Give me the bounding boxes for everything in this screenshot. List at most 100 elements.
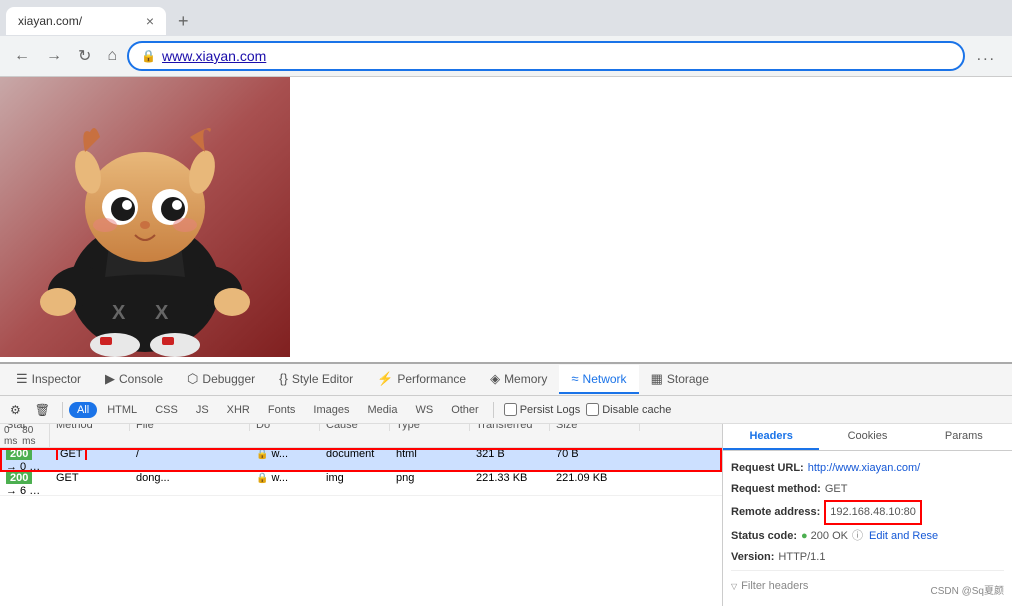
network-toolbar: ⚙ 🗑 All HTML CSS JS XHR Fonts Images Med…: [0, 396, 1012, 424]
table-row[interactable]: 200 GET / 🔒 w... document html 321 B: [0, 448, 722, 472]
remote-addr-box: 192.168.48.10:80: [824, 500, 922, 525]
status-code-row: Status code: 200 OK ⓘ Edit and Rese: [731, 527, 1004, 546]
col-waterfall: 0 ms 80 ms: [0, 425, 50, 447]
cell-file-2: dong...: [130, 472, 250, 484]
remote-address-value: 192.168.48.10:80: [824, 500, 922, 525]
filter-js[interactable]: JS: [188, 402, 217, 418]
cell-cause-1: document: [320, 448, 390, 460]
address-bar[interactable]: 🔒: [127, 41, 965, 71]
col-type: Type: [390, 424, 470, 431]
devtools-tab-bar: ☰ Inspector ▶ Console ⬡ Debugger {} Styl…: [0, 364, 1012, 396]
cell-type-1: html: [390, 448, 470, 460]
filter-headers-label: Filter headers: [741, 577, 808, 596]
tab-debugger[interactable]: ⬡ Debugger: [175, 365, 267, 395]
cell-cause-2: img: [320, 472, 390, 484]
tab-storage-label: Storage: [667, 372, 709, 386]
storage-icon: ▦: [651, 371, 663, 387]
tab-inspector[interactable]: ☰ Inspector: [4, 365, 93, 395]
network-main: Stat Method File Do Cause Type Transferr…: [0, 424, 1012, 606]
debugger-icon: ⬡: [187, 371, 198, 387]
performance-icon: ⚡: [377, 371, 393, 387]
back-button[interactable]: ←: [8, 43, 36, 69]
filter-media[interactable]: Media: [359, 402, 405, 418]
waterfall-bar-2: [49, 482, 50, 494]
tab-style-editor-label: Style Editor: [292, 372, 353, 386]
address-icon: 🔒: [141, 49, 156, 63]
persist-logs-checkbox[interactable]: [504, 403, 517, 416]
status-help-icon[interactable]: ⓘ: [852, 527, 863, 546]
tab-memory-label: Memory: [504, 372, 547, 386]
request-url-label: Request URL:: [731, 459, 804, 478]
tab-console[interactable]: ▶ Console: [93, 365, 175, 395]
separator2: [493, 402, 494, 418]
filter-xhr[interactable]: XHR: [219, 402, 258, 418]
cell-time-2: → 6 ms: [0, 482, 50, 497]
col-cause: Cause: [320, 424, 390, 431]
style-editor-icon: {}: [279, 371, 288, 386]
refresh-button[interactable]: ↻: [72, 42, 97, 70]
tab-memory[interactable]: ◈ Memory: [478, 365, 559, 395]
filter-other[interactable]: Other: [443, 402, 487, 418]
col-size: Size: [550, 424, 640, 431]
details-tab-headers[interactable]: Headers: [723, 424, 819, 450]
page-content: X X: [0, 77, 1012, 362]
request-url-value: http://www.xiayan.com/: [808, 459, 921, 478]
waterfall-label-end: 80 ms: [22, 425, 45, 447]
cell-transferred-2: 221.33 KB: [470, 472, 550, 484]
separator: [62, 402, 63, 418]
details-tab-params[interactable]: Params: [916, 424, 1012, 450]
col-file: File: [130, 424, 250, 431]
persist-logs-label[interactable]: Persist Logs: [504, 403, 581, 416]
devtools-settings-button[interactable]: ⚙: [4, 400, 27, 420]
filter-css[interactable]: CSS: [147, 402, 186, 418]
inspector-icon: ☰: [16, 371, 28, 387]
cell-transferred-1: 321 B: [470, 448, 550, 460]
tab-network-label: Network: [583, 372, 627, 386]
disable-cache-checkbox[interactable]: [586, 403, 599, 416]
memory-icon: ◈: [490, 371, 500, 387]
cell-time-1: → 0 ms: [0, 458, 50, 473]
cell-size-1: 70 B: [550, 448, 640, 460]
details-panel: Headers Cookies Params Request URL: http…: [722, 424, 1012, 606]
more-button[interactable]: ...: [969, 43, 1004, 69]
filter-images[interactable]: Images: [305, 402, 357, 418]
home-button[interactable]: ⌂: [101, 43, 123, 69]
page-image: X X: [0, 77, 290, 357]
filter-html[interactable]: HTML: [99, 402, 145, 418]
details-tab-cookies[interactable]: Cookies: [819, 424, 915, 450]
col-method: Method: [50, 424, 130, 431]
remote-address-label: Remote address:: [731, 503, 820, 522]
table-row[interactable]: 200 GET dong... 🔒 w... img png 221.33 KB…: [0, 472, 722, 496]
table-header-row: Stat Method File Do Cause Type Transferr…: [0, 424, 722, 448]
filter-ws[interactable]: WS: [407, 402, 441, 418]
tab-title: xiayan.com/: [18, 14, 138, 28]
request-method-row: Request method: GET: [731, 480, 1004, 499]
edit-resend-link[interactable]: Edit and Rese: [869, 527, 938, 546]
forward-button[interactable]: →: [40, 43, 68, 69]
tab-network[interactable]: ≈ Network: [559, 365, 638, 394]
waterfall-label-start: 0 ms: [4, 425, 22, 447]
clear-button[interactable]: 🗑: [29, 400, 56, 420]
tab-performance[interactable]: ⚡ Performance: [365, 365, 478, 395]
version-value: HTTP/1.1: [778, 548, 825, 567]
new-tab-button[interactable]: +: [170, 7, 197, 36]
tab-performance-label: Performance: [397, 372, 466, 386]
col-transferred: Transferred: [470, 424, 550, 431]
cell-domain-1: 🔒 w...: [250, 448, 320, 460]
cell-domain-2: 🔒 w...: [250, 472, 320, 484]
tab-close-button[interactable]: ×: [146, 13, 154, 29]
cell-file-1: /: [130, 448, 250, 460]
filter-all[interactable]: All: [69, 402, 97, 418]
tab-storage[interactable]: ▦ Storage: [639, 365, 721, 395]
disable-cache-label[interactable]: Disable cache: [586, 403, 671, 416]
filter-fonts[interactable]: Fonts: [260, 402, 304, 418]
browser-tab[interactable]: xiayan.com/ ×: [6, 7, 166, 35]
method-badge-1: GET: [56, 448, 87, 460]
tab-debugger-label: Debugger: [202, 372, 255, 386]
tab-style-editor[interactable]: {} Style Editor: [267, 365, 365, 394]
nav-bar: ← → ↻ ⌂ 🔒 ...: [0, 36, 1012, 76]
network-icon: ≈: [571, 371, 578, 386]
browser-chrome: xiayan.com/ × + ← → ↻ ⌂ 🔒 ...: [0, 0, 1012, 77]
address-input[interactable]: [162, 48, 951, 64]
cell-size-2: 221.09 KB: [550, 472, 640, 484]
